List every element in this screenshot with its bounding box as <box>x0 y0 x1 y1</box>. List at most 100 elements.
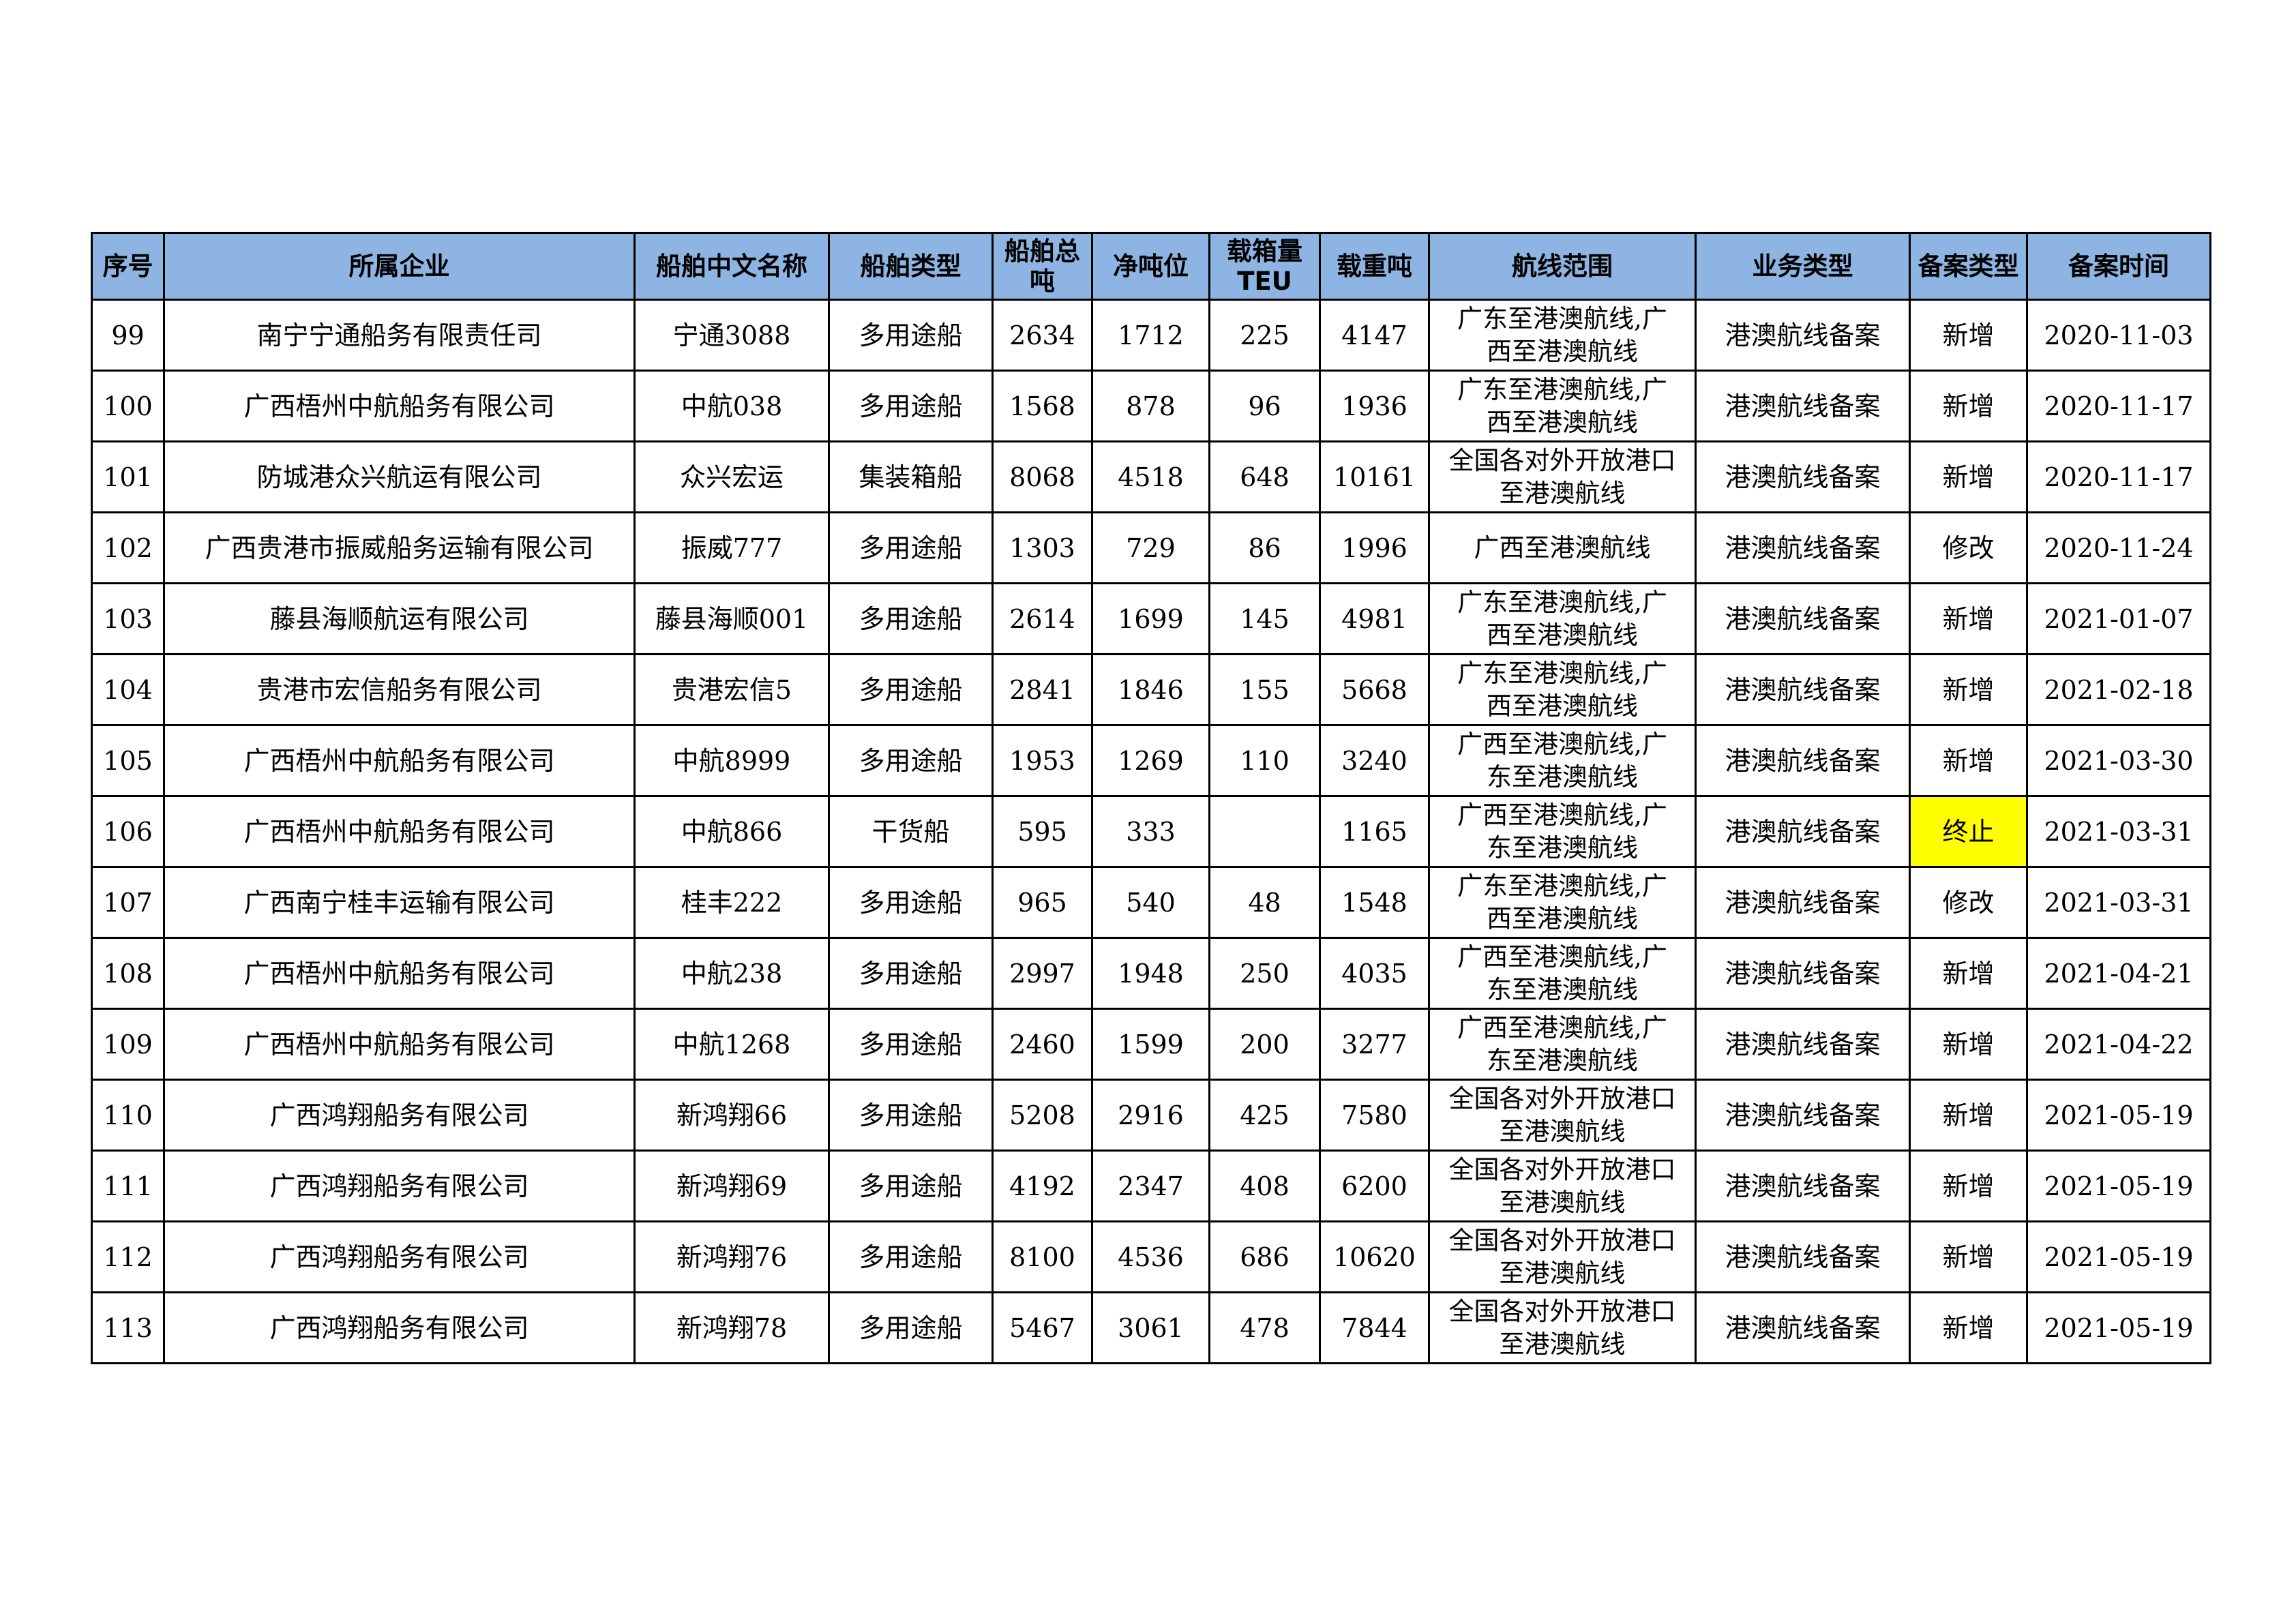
table-body: 99 南宁宁通船务有限责任司 宁通3088 多用途船 2634 1712 225 4147 广东… <box>91 299 2211 1364</box>
cell-filing-date: 2021-05-19 <box>2026 1291 2211 1364</box>
cell-ship-name: 中航8999 <box>633 724 830 797</box>
cell-net-tonnage: 1699 <box>1091 582 1210 655</box>
cell-filing-type: 新增 <box>1909 1220 2028 1293</box>
cell-deadweight: 4035 <box>1319 937 1430 1010</box>
cell-ship-name: 新鸿翔66 <box>633 1079 830 1152</box>
table-row: 100 广西梧州中航船务有限公司 中航038 多用途船 1568 878 96 1936 广东至… <box>91 370 2211 442</box>
cell-seq: 104 <box>91 653 165 726</box>
cell-seq: 102 <box>91 511 165 584</box>
cell-teu: 225 <box>1208 299 1321 372</box>
cell-deadweight: 4147 <box>1319 299 1430 372</box>
cell-company: 广西梧州中航船务有限公司 <box>163 370 636 442</box>
table-row: 101 防城港众兴航运有限公司 众兴宏运 集装箱船 8068 4518 648 10161 全国… <box>91 440 2211 513</box>
cell-deadweight: 5668 <box>1319 653 1430 726</box>
cell-teu: 96 <box>1208 370 1321 442</box>
cell-net-tonnage: 1712 <box>1091 299 1210 372</box>
cell-route: 全国各对外开放港口 至港澳航线 <box>1428 440 1697 513</box>
cell-route: 全国各对外开放港口 至港澳航线 <box>1428 1079 1697 1152</box>
cell-ship-name: 新鸿翔69 <box>633 1150 830 1222</box>
cell-company: 广西鸿翔船务有限公司 <box>163 1079 636 1152</box>
cell-ship-type: 多用途船 <box>828 1150 994 1222</box>
cell-route: 广东至港澳航线,广 西至港澳航线 <box>1428 653 1697 726</box>
cell-gross-tonnage: 2634 <box>992 299 1093 372</box>
cell-deadweight: 1996 <box>1319 511 1430 584</box>
cell-ship-name: 中航038 <box>633 370 830 442</box>
table-row: 107 广西南宁桂丰运输有限公司 桂丰222 多用途船 965 540 48 1548 广东至港… <box>91 866 2211 939</box>
cell-ship-name: 桂丰222 <box>633 866 830 939</box>
cell-company: 广西鸿翔船务有限公司 <box>163 1150 636 1222</box>
cell-company: 藤县海顺航运有限公司 <box>163 582 636 655</box>
cell-ship-name: 振威777 <box>633 511 830 584</box>
cell-seq: 110 <box>91 1079 165 1152</box>
cell-gross-tonnage: 8100 <box>992 1220 1093 1293</box>
table-row: 113 广西鸿翔船务有限公司 新鸿翔78 多用途船 5467 3061 478 7844 全国各… <box>91 1291 2211 1364</box>
cell-net-tonnage: 333 <box>1091 795 1210 868</box>
cell-teu: 155 <box>1208 653 1321 726</box>
cell-filing-type: 新增 <box>1909 653 2028 726</box>
cell-deadweight: 4981 <box>1319 582 1430 655</box>
table-row: 109 广西梧州中航船务有限公司 中航1268 多用途船 2460 1599 200 3277… <box>91 1008 2211 1081</box>
cell-business-type: 港澳航线备案 <box>1695 1079 1911 1152</box>
cell-deadweight: 10161 <box>1319 440 1430 513</box>
cell-ship-type: 多用途船 <box>828 937 994 1010</box>
cell-filing-date: 2021-03-31 <box>2026 866 2211 939</box>
cell-ship-name: 中航866 <box>633 795 830 868</box>
table-row: 102 广西贵港市振威船务运输有限公司 振威777 多用途船 1303 729 86 1996… <box>91 511 2211 584</box>
cell-route: 全国各对外开放港口 至港澳航线 <box>1428 1220 1697 1293</box>
table-row: 99 南宁宁通船务有限责任司 宁通3088 多用途船 2634 1712 225 4147 广东… <box>91 299 2211 372</box>
table-row: 111 广西鸿翔船务有限公司 新鸿翔69 多用途船 4192 2347 408 6200 全国各… <box>91 1150 2211 1222</box>
header-route: 航线范围 <box>1428 232 1697 301</box>
cell-route: 广西至港澳航线,广 东至港澳航线 <box>1428 795 1697 868</box>
cell-ship-type: 干货船 <box>828 795 994 868</box>
cell-business-type: 港澳航线备案 <box>1695 370 1911 442</box>
cell-net-tonnage: 2916 <box>1091 1079 1210 1152</box>
cell-gross-tonnage: 5467 <box>992 1291 1093 1364</box>
cell-business-type: 港澳航线备案 <box>1695 440 1911 513</box>
cell-teu: 110 <box>1208 724 1321 797</box>
cell-seq: 109 <box>91 1008 165 1081</box>
cell-filing-date: 2021-04-22 <box>2026 1008 2211 1081</box>
cell-filing-date: 2020-11-24 <box>2026 511 2211 584</box>
cell-filing-date: 2020-11-17 <box>2026 370 2211 442</box>
cell-business-type: 港澳航线备案 <box>1695 937 1911 1010</box>
cell-teu: 408 <box>1208 1150 1321 1222</box>
cell-net-tonnage: 1269 <box>1091 724 1210 797</box>
cell-company: 贵港市宏信船务有限公司 <box>163 653 636 726</box>
header-net-tonnage: 净吨位 <box>1091 232 1210 301</box>
cell-gross-tonnage: 4192 <box>992 1150 1093 1222</box>
cell-filing-date: 2021-05-19 <box>2026 1150 2211 1222</box>
cell-deadweight: 7580 <box>1319 1079 1430 1152</box>
cell-filing-type: 修改 <box>1909 866 2028 939</box>
cell-company: 广西贵港市振威船务运输有限公司 <box>163 511 636 584</box>
cell-ship-type: 多用途船 <box>828 370 994 442</box>
cell-net-tonnage: 1599 <box>1091 1008 1210 1081</box>
cell-route: 全国各对外开放港口 至港澳航线 <box>1428 1291 1697 1364</box>
cell-teu: 86 <box>1208 511 1321 584</box>
cell-business-type: 港澳航线备案 <box>1695 866 1911 939</box>
cell-net-tonnage: 1846 <box>1091 653 1210 726</box>
cell-ship-type: 多用途船 <box>828 582 994 655</box>
cell-route: 全国各对外开放港口 至港澳航线 <box>1428 1150 1697 1222</box>
cell-filing-date: 2021-05-19 <box>2026 1220 2211 1293</box>
cell-ship-type: 集装箱船 <box>828 440 994 513</box>
cell-ship-type: 多用途船 <box>828 724 994 797</box>
cell-business-type: 港澳航线备案 <box>1695 1150 1911 1222</box>
cell-teu: 648 <box>1208 440 1321 513</box>
cell-net-tonnage: 2347 <box>1091 1150 1210 1222</box>
cell-net-tonnage: 4536 <box>1091 1220 1210 1293</box>
cell-teu: 200 <box>1208 1008 1321 1081</box>
cell-seq: 108 <box>91 937 165 1010</box>
table-row: 112 广西鸿翔船务有限公司 新鸿翔76 多用途船 8100 4536 686 10620 全国… <box>91 1220 2211 1293</box>
cell-filing-type: 新增 <box>1909 440 2028 513</box>
cell-filing-type: 新增 <box>1909 937 2028 1010</box>
table-row: 110 广西鸿翔船务有限公司 新鸿翔66 多用途船 5208 2916 425 7580 全国各… <box>91 1079 2211 1152</box>
table-row: 105 广西梧州中航船务有限公司 中航8999 多用途船 1953 1269 110 3240… <box>91 724 2211 797</box>
cell-route: 广西至港澳航线,广 东至港澳航线 <box>1428 724 1697 797</box>
cell-filing-type: 新增 <box>1909 299 2028 372</box>
header-teu: 载箱量 TEU <box>1208 232 1321 301</box>
cell-teu: 48 <box>1208 866 1321 939</box>
cell-seq: 101 <box>91 440 165 513</box>
table-row: 106 广西梧州中航船务有限公司 中航866 干货船 595 333 1165 广西至港澳航线… <box>91 795 2211 868</box>
cell-business-type: 港澳航线备案 <box>1695 582 1911 655</box>
cell-gross-tonnage: 1953 <box>992 724 1093 797</box>
